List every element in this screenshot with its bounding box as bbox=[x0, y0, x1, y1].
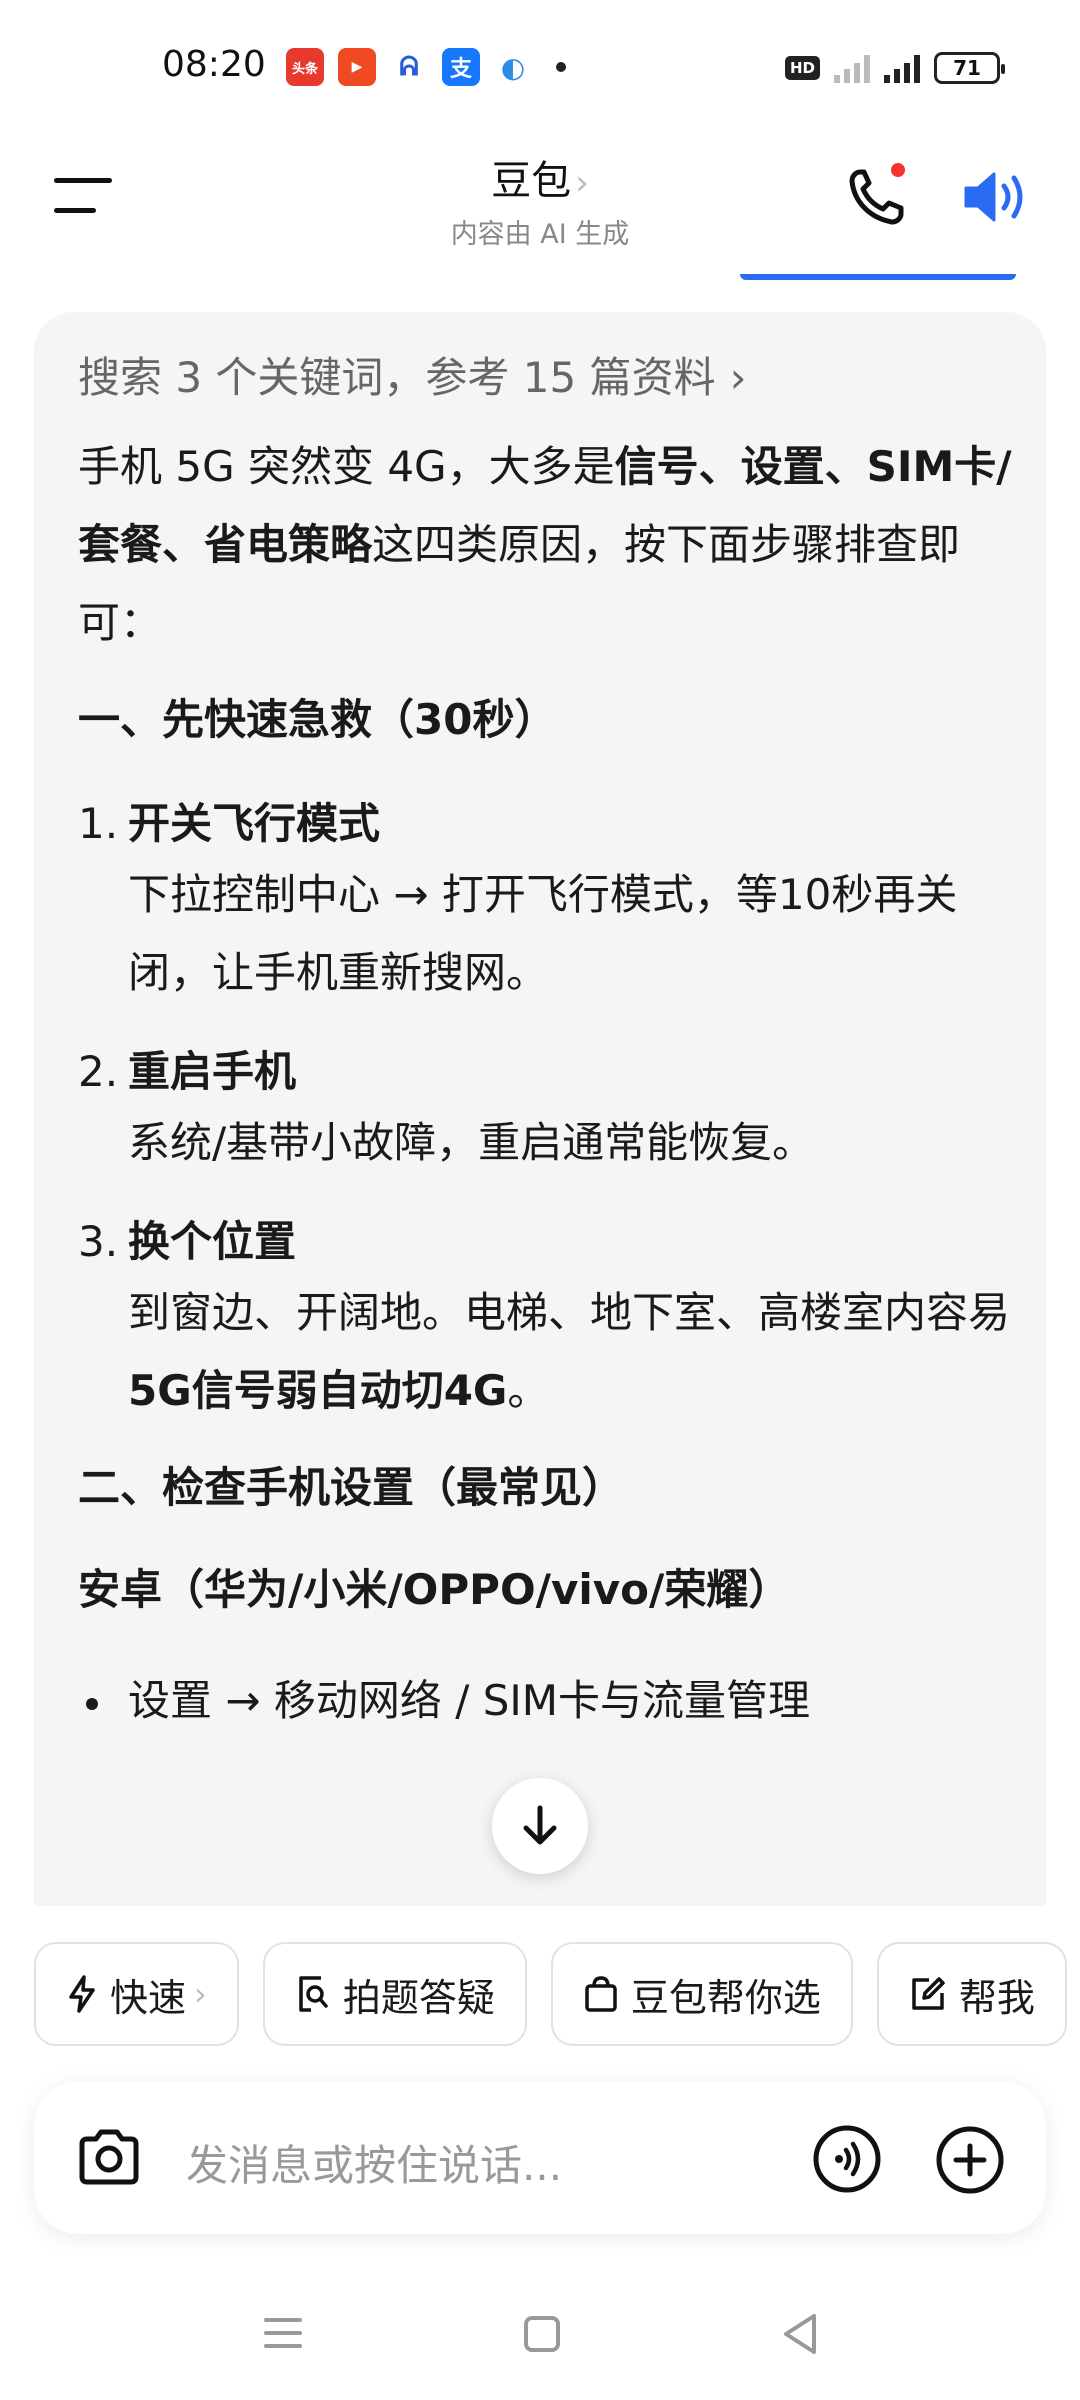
notification-icons: 头条 ▶ ᕱ 支 ◐ bbox=[286, 48, 566, 86]
chip-label: 快速 bbox=[110, 1975, 187, 2020]
chevron-right-icon: › bbox=[729, 353, 747, 402]
chip-label: 豆包帮你选 bbox=[630, 1975, 821, 2020]
message-input[interactable]: 发消息或按住说话... bbox=[186, 2132, 562, 2193]
search-reference-text: 搜索 3 个关键词，参考 15 篇资料 bbox=[78, 353, 716, 402]
message-input-bar: 发消息或按住说话... bbox=[34, 2082, 1046, 2234]
signal-sim2-icon bbox=[884, 53, 920, 83]
video-icon: ▶ bbox=[338, 48, 376, 86]
notification-dot bbox=[888, 160, 908, 180]
edit-icon bbox=[912, 1977, 945, 2010]
shopping-bag-icon bbox=[585, 1976, 617, 2012]
list-item-body: 下拉控制中心 → 打开飞行模式，等10秒再关闭，让手机重新搜网。 bbox=[128, 870, 958, 997]
alipay-icon: 支 bbox=[442, 48, 480, 86]
qq-browser-icon: ◐ bbox=[494, 48, 532, 86]
list-item-body: 系统/基带小故障，重启通常能恢复。 bbox=[128, 1118, 815, 1167]
quick-action-chips: 快速 › 拍题答疑 豆包帮你选 帮我 bbox=[34, 1942, 1067, 2046]
chip-photo-question[interactable]: 拍题答疑 bbox=[262, 1942, 527, 2046]
list-number: 2. bbox=[78, 1047, 119, 1096]
chevron-right-icon: › bbox=[194, 1975, 207, 2013]
hd-voice-icon: HD bbox=[784, 56, 820, 80]
page-title[interactable]: 豆包 › bbox=[0, 148, 1080, 206]
list-item-title: 开关飞行模式 bbox=[128, 799, 381, 848]
list-item: 3. 换个位置 到窗边、开阔地。电梯、地下室、高楼室内容易 5G信号弱自动切4G。 bbox=[78, 1210, 1018, 1430]
baidu-icon: ᕱ bbox=[390, 48, 428, 86]
bullet-item: 设置 → 移动网络 / SIM卡与流量管理 bbox=[78, 1662, 1018, 1740]
list-item-body: 到窗边、开阔地。电梯、地下室、高楼室内容易 5G信号弱自动切4G。 bbox=[78, 1274, 1018, 1430]
status-time: 08:20 bbox=[162, 44, 266, 85]
battery-icon: 71 bbox=[934, 52, 1005, 84]
arrow-down-icon bbox=[523, 1805, 557, 1845]
signal-sim1-icon bbox=[834, 53, 870, 83]
list-item-body-text: 到窗边、开阔地。电梯、地下室、高楼室内容易 bbox=[128, 1288, 1011, 1337]
list-item-title: 重启手机 bbox=[128, 1047, 297, 1096]
chevron-right-icon: › bbox=[575, 163, 589, 203]
more-notifications-icon bbox=[556, 62, 566, 72]
list-number: 1. bbox=[78, 799, 119, 848]
system-icons: HD 71 bbox=[784, 52, 1005, 84]
list-number: 3. bbox=[78, 1217, 119, 1266]
assistant-message-card: 搜索 3 个关键词，参考 15 篇资料 › 手机 5G 突然变 4G，大多是信号、… bbox=[34, 312, 1046, 1912]
back-icon[interactable] bbox=[780, 2312, 820, 2356]
battery-level: 71 bbox=[953, 56, 981, 80]
subsection-heading-android: 安卓（华为/小米/OPPO/vivo/荣耀） bbox=[78, 1565, 791, 1614]
status-bar: 08:20 头条 ▶ ᕱ 支 ◐ HD 71 bbox=[0, 0, 1080, 140]
list-item: 2. 重启手机 系统/基带小故障，重启通常能恢复。 bbox=[78, 1040, 1018, 1182]
voice-call-icon[interactable] bbox=[812, 2124, 882, 2194]
plus-icon[interactable] bbox=[934, 2124, 1006, 2196]
chip-label: 帮我 bbox=[958, 1975, 1035, 2020]
photo-search-icon bbox=[299, 1976, 328, 2012]
chip-help-me-write[interactable]: 帮我 bbox=[876, 1942, 1067, 2046]
recent-apps-icon[interactable] bbox=[264, 2318, 302, 2348]
section-heading-2: 二、检查手机设置（最常见） bbox=[78, 1463, 625, 1512]
chip-label: 拍题答疑 bbox=[342, 1975, 495, 2020]
list-item-body-end: 。 bbox=[507, 1366, 550, 1415]
list-item: 1. 开关飞行模式 下拉控制中心 → 打开飞行模式，等10秒再关闭，让手机重新搜网… bbox=[78, 792, 1018, 1012]
home-icon[interactable] bbox=[524, 2316, 560, 2352]
lightning-icon bbox=[69, 1975, 95, 2013]
chip-doubao-choose[interactable]: 豆包帮你选 bbox=[550, 1942, 853, 2046]
previous-message-edge bbox=[740, 274, 1016, 280]
search-reference-link[interactable]: 搜索 3 个关键词，参考 15 篇资料 › bbox=[78, 348, 1018, 408]
system-navigation-bar bbox=[0, 2290, 1080, 2380]
intro-text: 手机 5G 突然变 4G，大多是 bbox=[78, 442, 615, 491]
bot-name: 豆包 bbox=[491, 158, 572, 204]
intro-paragraph: 手机 5G 突然变 4G，大多是信号、设置、SIM卡/套餐、省电策略这四类原因，… bbox=[78, 428, 1018, 662]
camera-icon[interactable] bbox=[76, 2126, 142, 2188]
scroll-to-bottom-button[interactable] bbox=[492, 1778, 588, 1874]
section-heading-1: 一、先快速急救（30秒） bbox=[78, 695, 557, 744]
header-title-block[interactable]: 豆包 › 内容由 AI 生成 bbox=[0, 148, 1080, 251]
ai-generated-label: 内容由 AI 生成 bbox=[450, 219, 630, 250]
toutiao-icon: 头条 bbox=[286, 48, 324, 86]
list-item-body-bold: 5G信号弱自动切4G bbox=[128, 1366, 508, 1415]
chip-quick-mode[interactable]: 快速 › bbox=[34, 1942, 239, 2046]
speaker-icon[interactable] bbox=[962, 166, 1032, 228]
chat-header: 豆包 › 内容由 AI 生成 bbox=[0, 130, 1080, 270]
list-item-title: 换个位置 bbox=[128, 1217, 297, 1266]
message-content: 搜索 3 个关键词，参考 15 篇资料 › 手机 5G 突然变 4G，大多是信号、… bbox=[78, 348, 1018, 1740]
